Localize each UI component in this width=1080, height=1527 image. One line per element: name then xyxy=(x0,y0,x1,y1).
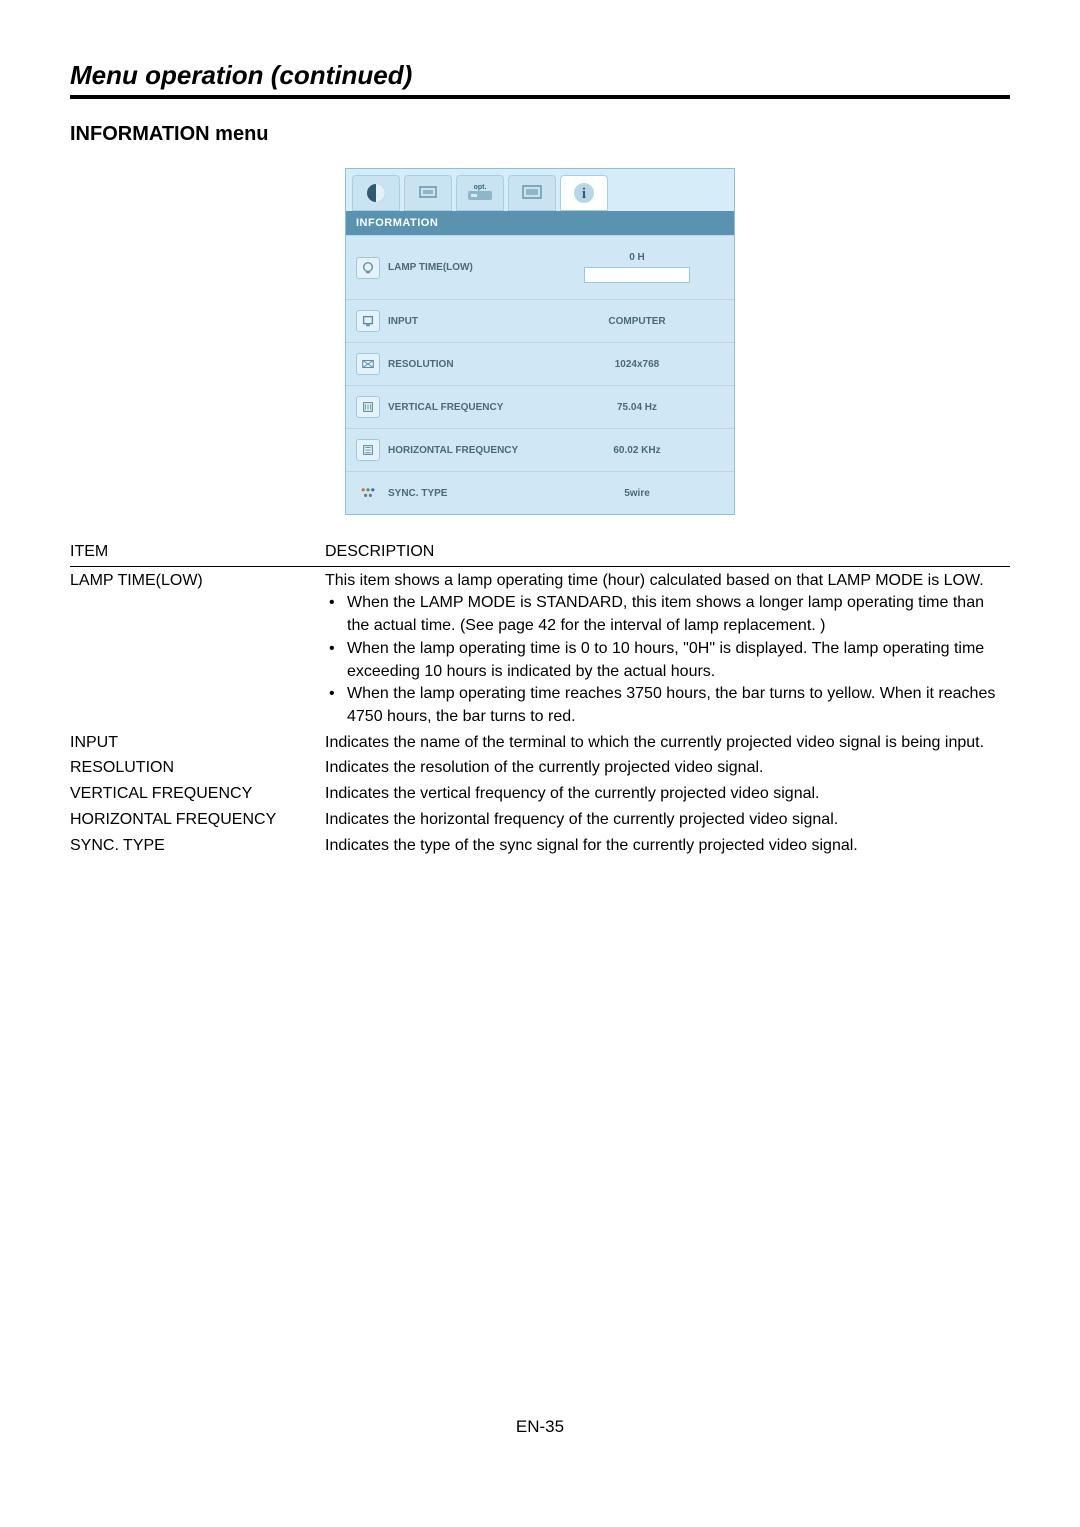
page-number: EN-35 xyxy=(70,1417,1010,1477)
section-title: Menu operation (continued) xyxy=(70,60,1010,95)
table-row: INPUT Indicates the name of the terminal… xyxy=(70,729,1010,755)
bullet: When the LAMP MODE is STANDARD, this ite… xyxy=(325,592,1010,637)
bullet: When the lamp operating time is 0 to 10 … xyxy=(325,638,1010,683)
resolution-icon xyxy=(356,353,380,375)
osd-label-text: VERTICAL FREQUENCY xyxy=(388,402,503,413)
osd-label-text: RESOLUTION xyxy=(388,359,454,370)
desc-cell: This item shows a lamp operating time (h… xyxy=(325,566,1010,729)
osd-value-text: 60.02 KHz xyxy=(613,445,660,456)
osd-row-label: HORIZONTAL FREQUENCY xyxy=(346,428,540,471)
tab-information-icon: i xyxy=(560,175,608,211)
tab-image-icon xyxy=(352,175,400,211)
osd-row-value: 75.04 Hz xyxy=(540,385,734,428)
item-cell: RESOLUTION xyxy=(70,754,325,780)
tab-signal-icon xyxy=(508,175,556,211)
desc-cell: Indicates the name of the terminal to wh… xyxy=(325,729,1010,755)
osd-value-text: 0 H xyxy=(629,252,645,263)
table-row: LAMP TIME(LOW) This item shows a lamp op… xyxy=(70,566,1010,729)
lamp-icon xyxy=(356,257,380,279)
osd-value-text: 1024x768 xyxy=(615,359,660,370)
svg-text:i: i xyxy=(582,186,586,202)
osd-section-label: INFORMATION xyxy=(346,211,734,235)
osd-row-label: RESOLUTION xyxy=(346,342,540,385)
osd-label-text: LAMP TIME(LOW) xyxy=(388,262,473,273)
osd-row-label: INPUT xyxy=(346,299,540,342)
osd-tab-row: opt. i xyxy=(346,169,734,211)
osd-value-text: 5wire xyxy=(624,488,650,499)
desc-cell: Indicates the resolution of the currentl… xyxy=(325,754,1010,780)
table-row: SYNC. TYPE Indicates the type of the syn… xyxy=(70,832,1010,858)
osd-label-text: HORIZONTAL FREQUENCY xyxy=(388,445,518,456)
hfreq-icon xyxy=(356,439,380,461)
bullet: When the lamp operating time reaches 375… xyxy=(325,683,1010,728)
tab-option-icon: opt. xyxy=(456,175,504,211)
description-table: ITEM DESCRIPTION LAMP TIME(LOW) This ite… xyxy=(70,541,1010,857)
table-row: VERTICAL FREQUENCY Indicates the vertica… xyxy=(70,780,1010,806)
section-rule xyxy=(70,95,1010,99)
item-cell: VERTICAL FREQUENCY xyxy=(70,780,325,806)
osd-info-grid: LAMP TIME(LOW) 0 H INPUT COMPUTER RESOLU… xyxy=(346,235,734,514)
vfreq-icon xyxy=(356,396,380,418)
lamp-bar xyxy=(584,267,690,283)
input-icon xyxy=(356,310,380,332)
desc-bullets: When the LAMP MODE is STANDARD, this ite… xyxy=(325,592,1010,728)
desc-cell: Indicates the vertical frequency of the … xyxy=(325,780,1010,806)
table-head-desc: DESCRIPTION xyxy=(325,541,1010,566)
table-row: HORIZONTAL FREQUENCY Indicates the horiz… xyxy=(70,806,1010,832)
osd-row-value: COMPUTER xyxy=(540,299,734,342)
osd-row-value: 1024x768 xyxy=(540,342,734,385)
osd-value-text: COMPUTER xyxy=(608,316,665,327)
desc-cell: Indicates the type of the sync signal fo… xyxy=(325,832,1010,858)
osd-label-text: SYNC. TYPE xyxy=(388,488,447,499)
item-cell: HORIZONTAL FREQUENCY xyxy=(70,806,325,832)
sync-icon xyxy=(356,482,380,504)
tab-installation-icon xyxy=(404,175,452,211)
item-cell: LAMP TIME(LOW) xyxy=(70,566,325,729)
osd-row-label: VERTICAL FREQUENCY xyxy=(346,385,540,428)
desc-intro: This item shows a lamp operating time (h… xyxy=(325,570,1010,593)
osd-row-label: LAMP TIME(LOW) xyxy=(346,235,540,299)
table-head-item: ITEM xyxy=(70,541,325,566)
desc-cell: Indicates the horizontal frequency of th… xyxy=(325,806,1010,832)
item-cell: INPUT xyxy=(70,729,325,755)
table-row: RESOLUTION Indicates the resolution of t… xyxy=(70,754,1010,780)
osd-row-value: 60.02 KHz xyxy=(540,428,734,471)
tab-opt-label: opt. xyxy=(474,184,487,191)
osd-panel: opt. i INFORMATION LAMP TIME(LOW) 0 H xyxy=(345,168,735,515)
item-cell: SYNC. TYPE xyxy=(70,832,325,858)
osd-row-value: 0 H xyxy=(540,235,734,299)
osd-value-text: 75.04 Hz xyxy=(617,402,657,413)
osd-label-text: INPUT xyxy=(388,316,418,327)
osd-row-value: 5wire xyxy=(540,471,734,514)
menu-title: INFORMATION menu xyxy=(70,123,1010,146)
osd-row-label: SYNC. TYPE xyxy=(346,471,540,514)
